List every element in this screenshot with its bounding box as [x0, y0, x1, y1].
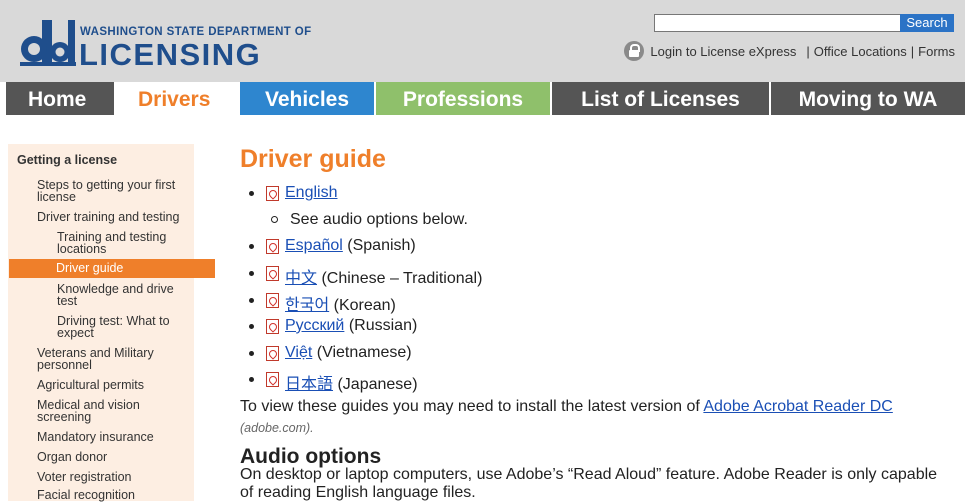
audio-options-text-line1: On desktop or laptop computers, use Adob…	[240, 466, 938, 483]
sidebar-item-steps-first-license-cont[interactable]: license	[37, 191, 76, 204]
install-reader-sentence: To view these guides you may need to ins…	[240, 398, 700, 415]
forms-link[interactable]: Forms	[918, 44, 955, 59]
sidebar-item-knowledge-drive-test-cont[interactable]: test	[57, 295, 77, 308]
pdf-icon	[266, 372, 279, 387]
english-audio-note: See audio options below.	[290, 211, 468, 228]
language-note: (Chinese – Traditional)	[321, 270, 483, 287]
list-item: 中文 (Chinese – Traditional)	[285, 264, 482, 288]
sidebar-item-driver-training[interactable]: Driver training and testing	[37, 211, 179, 224]
language-note: (Korean)	[333, 297, 396, 314]
bullet	[249, 351, 254, 356]
bullet	[249, 298, 254, 303]
pdf-icon	[266, 266, 279, 281]
sidebar-item-organ-donor[interactable]: Organ donor	[37, 451, 107, 464]
login-link[interactable]: Login to License eXpress	[650, 44, 796, 59]
nav-tab-home[interactable]: Home	[6, 82, 114, 115]
nav-tab-drivers[interactable]: Drivers	[116, 82, 238, 115]
dol-logo-mark-icon	[20, 20, 76, 66]
sidebar-item-driving-test-expect-cont[interactable]: expect	[57, 327, 94, 340]
audio-options-text-line2: of reading English language files.	[240, 484, 476, 501]
office-locations-link[interactable]: Office Locations	[814, 44, 907, 59]
nav-tab-moving-to-wa[interactable]: Moving to WA	[771, 82, 965, 115]
list-item: 日本語 (Japanese)	[285, 370, 418, 394]
bullet	[249, 244, 254, 249]
list-item: Русский (Russian)	[285, 317, 417, 335]
install-reader-text: To view these guides you may need to ins…	[240, 398, 893, 416]
pdf-icon	[266, 239, 279, 254]
language-note: (Japanese)	[337, 376, 418, 393]
sidebar-item-training-locations-cont[interactable]: locations	[57, 243, 106, 256]
language-note: (Vietnamese)	[316, 344, 412, 361]
sidebar-item-voter-registration[interactable]: Voter registration	[37, 471, 132, 484]
pdf-icon	[266, 293, 279, 308]
guide-link-english[interactable]: English	[285, 184, 337, 201]
nav-tab-professions[interactable]: Professions	[376, 82, 550, 115]
utility-separator: |	[910, 43, 915, 59]
guide-link-korean[interactable]: 한국어	[285, 297, 329, 314]
page-title: Driver guide	[240, 145, 386, 173]
logo-line-2: LICENSING	[79, 37, 262, 72]
main-nav: Home Drivers Vehicles Professions List o…	[0, 82, 965, 115]
sidebar-item-mandatory-insurance[interactable]: Mandatory insurance	[37, 431, 154, 444]
pdf-icon	[266, 319, 279, 334]
list-item: Español (Spanish)	[285, 237, 416, 255]
bullet	[249, 271, 254, 276]
search-input[interactable]	[654, 14, 905, 32]
language-note: (Spanish)	[347, 237, 416, 254]
nav-tab-list-of-licenses[interactable]: List of Licenses	[552, 82, 769, 115]
guide-link-spanish[interactable]: Español	[285, 237, 343, 254]
sidebar-item-agricultural-permits[interactable]: Agricultural permits	[37, 379, 144, 392]
sidebar-heading-getting-a-license[interactable]: Getting a license	[17, 154, 117, 167]
utility-separator: |	[806, 43, 810, 59]
search-button[interactable]: Search	[900, 14, 954, 32]
site-search: Search	[654, 14, 954, 32]
list-item: 한국어 (Korean)	[285, 291, 396, 315]
guide-link-chinese[interactable]: 中文	[285, 270, 317, 287]
utility-links: Login to License eXpress | Office Locati…	[624, 41, 955, 61]
sidebar-item-veterans-military-cont[interactable]: personnel	[37, 359, 92, 372]
guide-link-russian[interactable]: Русский	[285, 317, 344, 334]
dol-logo[interactable]: WASHINGTON STATE DEPARTMENT OF LICENSING	[18, 18, 311, 72]
language-note: (Russian)	[348, 317, 418, 334]
guide-link-vietnamese[interactable]: Việt	[285, 344, 312, 361]
adobe-reader-link[interactable]: Adobe Acrobat Reader DC	[703, 398, 892, 415]
sidebar-item-driver-guide[interactable]: Driver guide	[9, 259, 215, 278]
sidebar-item-medical-vision-cont[interactable]: screening	[37, 411, 91, 424]
adobe-source-note: (adobe.com).	[240, 421, 314, 435]
guide-link-japanese[interactable]: 日本語	[285, 376, 333, 393]
bullet	[249, 324, 254, 329]
sidebar-item-facial-recognition[interactable]: Facial recognition	[37, 489, 135, 502]
list-item: English	[285, 184, 337, 202]
pdf-icon	[266, 186, 279, 201]
lock-icon	[624, 41, 645, 61]
nav-tab-vehicles[interactable]: Vehicles	[240, 82, 374, 115]
list-item: Việt (Vietnamese)	[285, 344, 412, 362]
site-header: WASHINGTON STATE DEPARTMENT OF LICENSING…	[0, 0, 965, 82]
sub-bullet	[271, 216, 278, 223]
pdf-icon	[266, 346, 279, 361]
bullet	[249, 191, 254, 196]
bullet	[249, 377, 254, 382]
